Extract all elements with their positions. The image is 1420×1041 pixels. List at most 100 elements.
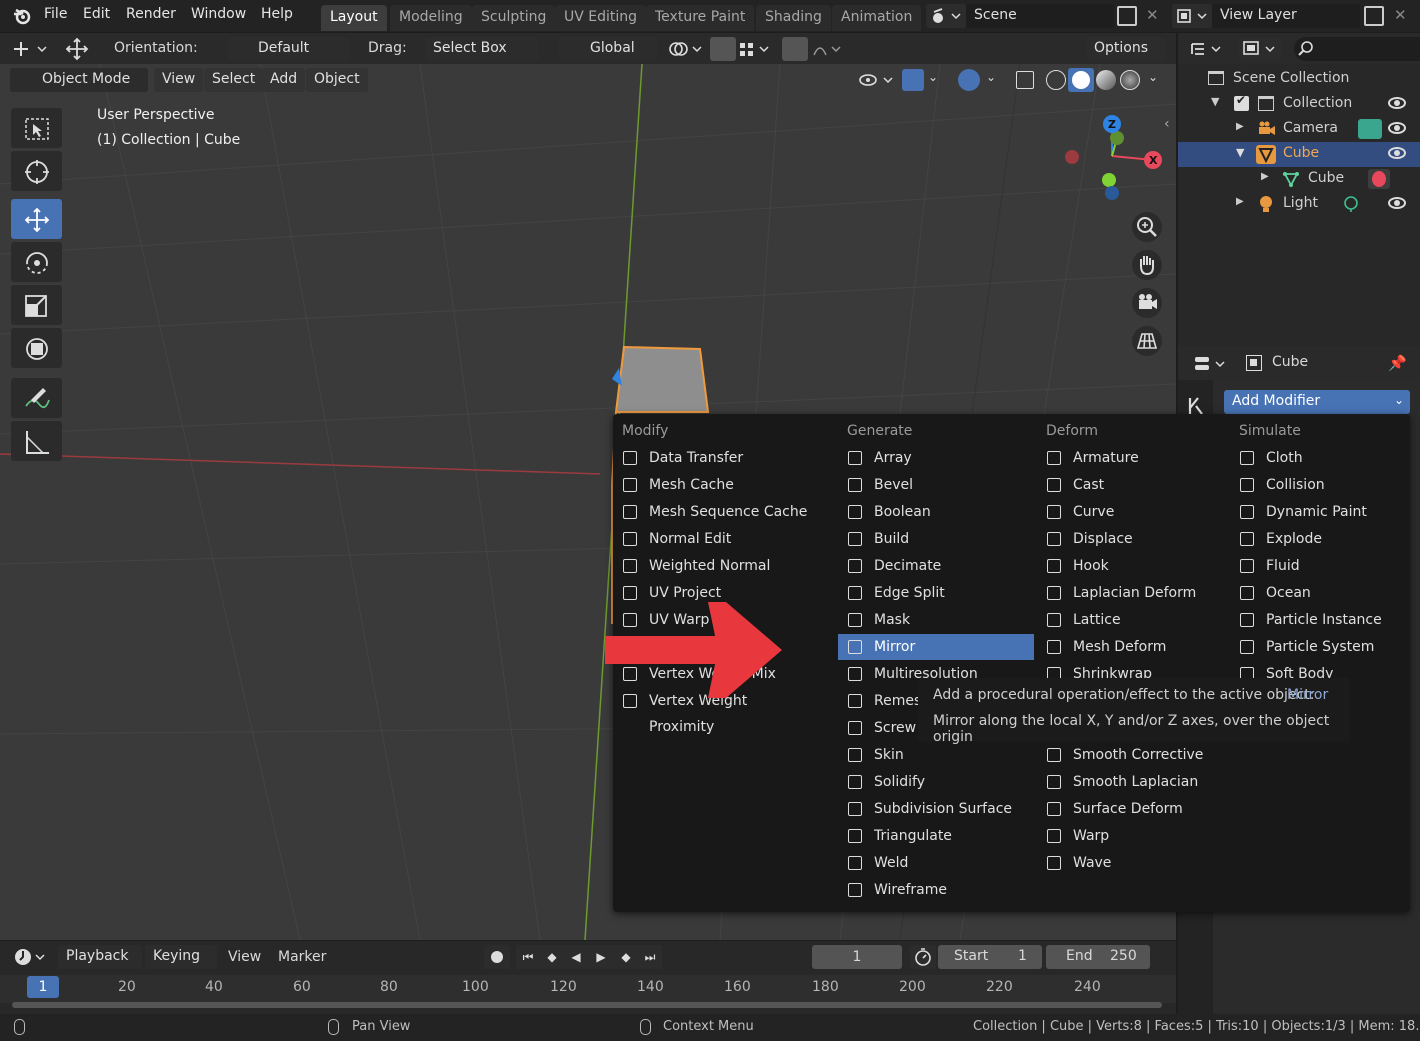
play-icon[interactable]: ▶: [588, 945, 614, 969]
outliner-row-collection[interactable]: ▼ ✔ Collection: [1178, 92, 1420, 117]
eye-icon[interactable]: [1388, 147, 1406, 159]
menu-item-mirror[interactable]: Mirror: [838, 634, 1034, 660]
tab-sculpting[interactable]: Sculpting: [472, 5, 556, 31]
rendered-shading-icon[interactable]: [1120, 70, 1140, 90]
record-icon[interactable]: [484, 945, 510, 969]
eye-icon[interactable]: [1388, 122, 1406, 134]
menu-item-mesh-sequence-cache[interactable]: Mesh Sequence Cache: [613, 499, 809, 525]
menu-render[interactable]: Render: [126, 6, 176, 26]
material-preview-icon[interactable]: [1096, 70, 1116, 90]
menu-item-skin[interactable]: Skin: [838, 742, 1034, 768]
eye-icon[interactable]: [1388, 197, 1406, 209]
menu-item-curve[interactable]: Curve: [1037, 499, 1233, 525]
menu-item-wave[interactable]: Wave: [1037, 850, 1233, 876]
menu-item-mesh-deform[interactable]: Mesh Deform: [1037, 634, 1233, 660]
outliner-row-cube[interactable]: ▼ Cube: [1178, 142, 1420, 167]
outliner-row-camera[interactable]: ▶ Camera: [1178, 117, 1420, 142]
play-reverse-icon[interactable]: ◀: [564, 945, 588, 969]
scale-tool[interactable]: [11, 285, 62, 325]
menu-item-decimate[interactable]: Decimate: [838, 553, 1034, 579]
menu-object[interactable]: Object: [306, 68, 368, 92]
close-icon[interactable]: ✕: [1394, 6, 1407, 24]
menu-item-collision[interactable]: Collision: [1230, 472, 1420, 498]
expand-arrow-icon[interactable]: ▶: [1236, 121, 1244, 132]
menu-item-smooth-laplacian[interactable]: Smooth Laplacian: [1037, 769, 1233, 795]
snap-toggle-icon[interactable]: [710, 37, 736, 61]
xray-toggle-icon[interactable]: [1016, 71, 1034, 89]
expand-arrow-icon[interactable]: ▶: [1236, 196, 1244, 207]
gizmo-toggle-icon[interactable]: [902, 69, 924, 91]
outliner-row-scene-collection[interactable]: Scene Collection: [1178, 67, 1420, 92]
menu-item-subdivision-surface[interactable]: Subdivision Surface: [838, 796, 1034, 822]
tab-texture-paint[interactable]: Texture Paint: [646, 5, 755, 31]
menu-item-hook[interactable]: Hook: [1037, 553, 1233, 579]
menu-item-smooth-corrective[interactable]: Smooth Corrective: [1037, 742, 1233, 768]
menu-item-data-transfer[interactable]: Data Transfer: [613, 445, 809, 471]
timeline-marker-menu[interactable]: Marker: [278, 949, 326, 965]
cursor-tool[interactable]: [11, 151, 62, 191]
camera-view-icon[interactable]: [1132, 288, 1162, 318]
options-dropdown[interactable]: Options: [1086, 37, 1166, 61]
prev-keyframe-icon[interactable]: ◆: [540, 945, 564, 969]
new-scene-icon[interactable]: [1117, 6, 1137, 26]
jump-start-icon[interactable]: ⏮: [516, 945, 540, 969]
object-mode-dropdown[interactable]: Object Mode: [10, 68, 148, 92]
expand-arrow-icon[interactable]: ▶: [1261, 171, 1269, 182]
start-frame-field[interactable]: Start 1: [938, 945, 1042, 969]
timeline-scrollbar[interactable]: [12, 1002, 1162, 1008]
gizmo-options-icon[interactable]: ⌄: [928, 70, 938, 84]
outliner-row-cube-mesh[interactable]: ▶ Cube: [1178, 167, 1420, 192]
editor-type-icon[interactable]: [12, 946, 50, 968]
new-view-layer-icon[interactable]: [1364, 6, 1384, 26]
menu-help[interactable]: Help: [261, 6, 293, 26]
eye-icon[interactable]: [1388, 97, 1406, 109]
menu-item-wireframe[interactable]: Wireframe: [838, 877, 1034, 903]
menu-view[interactable]: View: [154, 68, 204, 92]
menu-item-particle-system[interactable]: Particle System: [1230, 634, 1420, 660]
camera-data-icon[interactable]: [1358, 119, 1382, 139]
menu-item-laplacian-deform[interactable]: Laplacian Deform: [1037, 580, 1233, 606]
menu-item-cloth[interactable]: Cloth: [1230, 445, 1420, 471]
move-tool[interactable]: [11, 199, 62, 239]
visibility-toggle-icon[interactable]: [856, 70, 896, 90]
menu-item-weighted-normal[interactable]: Weighted Normal: [613, 553, 809, 579]
menu-item-fluid[interactable]: Fluid: [1230, 553, 1420, 579]
tab-uv-editing[interactable]: UV Editing: [555, 5, 647, 31]
menu-item-mesh-cache[interactable]: Mesh Cache: [613, 472, 809, 498]
close-icon[interactable]: ✕: [1146, 6, 1159, 24]
scene-selector-button[interactable]: [926, 4, 966, 28]
menu-item-ocean[interactable]: Ocean: [1230, 580, 1420, 606]
stopwatch-icon[interactable]: [910, 945, 936, 969]
menu-item-armature[interactable]: Armature: [1037, 445, 1233, 471]
menu-item-solidify[interactable]: Solidify: [838, 769, 1034, 795]
annotate-tool[interactable]: [11, 378, 62, 418]
snap-options-icon[interactable]: [738, 39, 774, 59]
pin-icon[interactable]: 📌: [1388, 354, 1407, 372]
expand-arrow-icon[interactable]: ▼: [1236, 146, 1244, 159]
menu-item-normal-edit[interactable]: Normal Edit: [613, 526, 809, 552]
menu-item-triangulate[interactable]: Triangulate: [838, 823, 1034, 849]
tab-shading[interactable]: Shading: [756, 5, 831, 31]
select-box-tool[interactable]: [11, 108, 62, 148]
menu-item-warp[interactable]: Warp: [1037, 823, 1233, 849]
transform-orientation-dropdown[interactable]: Global: [558, 37, 658, 61]
overlay-options-icon[interactable]: ⌄: [986, 70, 996, 84]
pan-hand-icon[interactable]: [1132, 250, 1162, 280]
add-modifier-button[interactable]: Add Modifier ⌄: [1224, 390, 1410, 414]
wireframe-shading-icon[interactable]: [1046, 70, 1066, 90]
shading-options-icon[interactable]: ⌄: [1148, 70, 1158, 84]
current-frame-field[interactable]: 1: [812, 945, 902, 969]
menu-item-weld[interactable]: Weld: [838, 850, 1034, 876]
menu-select[interactable]: Select: [204, 68, 264, 92]
menu-item-bevel[interactable]: Bevel: [838, 472, 1034, 498]
menu-item-dynamic-paint[interactable]: Dynamic Paint: [1230, 499, 1420, 525]
editor-type-icon[interactable]: [1192, 353, 1232, 375]
collapse-arrow-icon[interactable]: ‹: [1164, 116, 1170, 132]
view-layer-field[interactable]: View Layer: [1212, 4, 1360, 28]
jump-end-icon[interactable]: ⏭: [638, 945, 662, 969]
end-frame-field[interactable]: End 250: [1046, 945, 1150, 969]
menu-add[interactable]: Add: [262, 68, 306, 92]
keying-menu[interactable]: Keying: [145, 945, 217, 969]
overlay-toggle-icon[interactable]: [958, 69, 980, 91]
menu-window[interactable]: Window: [191, 6, 246, 26]
